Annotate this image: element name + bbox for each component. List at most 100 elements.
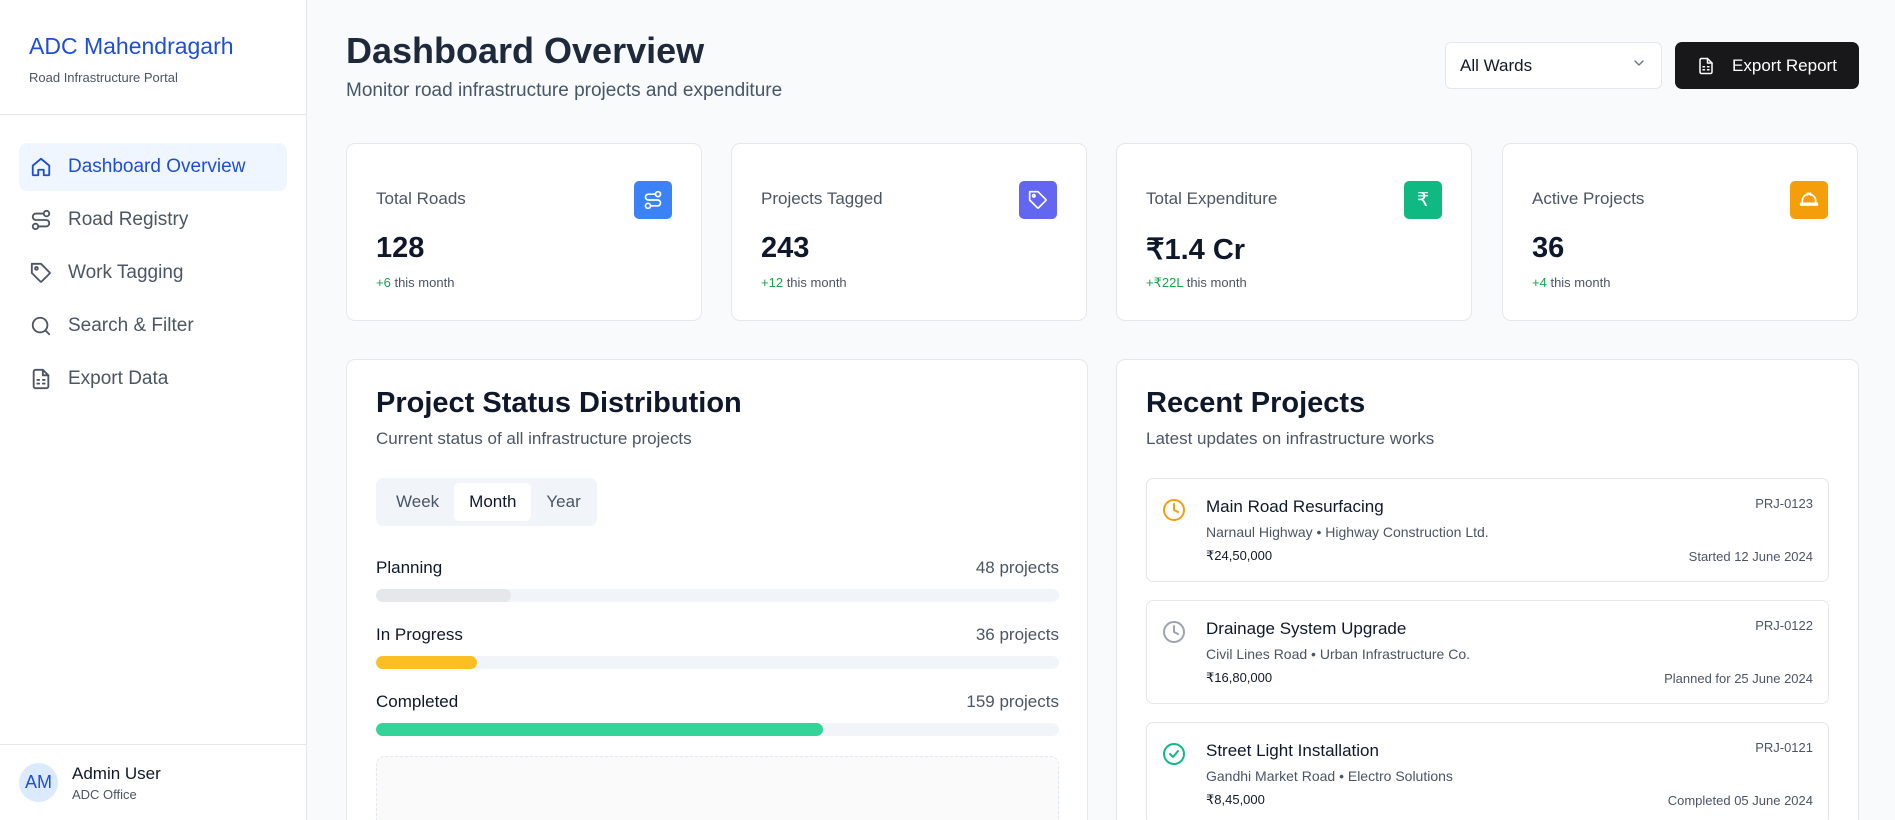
project-date: Completed 05 June 2024 [1667, 793, 1813, 808]
stat-value: 36 [1532, 232, 1565, 264]
stat-label: Total Expenditure [1146, 189, 1278, 208]
project-id: PRJ-0122 [1755, 618, 1813, 633]
export-report-label: Export Report [1732, 55, 1837, 75]
brand-subtitle: Road Infrastructure Portal [29, 70, 178, 85]
project-id: PRJ-0121 [1755, 740, 1813, 755]
stat-change-suffix: this month [394, 275, 455, 290]
period-tabs: Week Month Year [376, 478, 597, 526]
project-card[interactable]: Street Light Installation Gandhi Market … [1146, 722, 1829, 820]
avatar: AM [19, 763, 58, 802]
user-name: Admin User [72, 763, 161, 783]
project-name: Drainage System Upgrade [1206, 619, 1407, 638]
status-bar-track [376, 656, 1059, 669]
sidebar-item-label: Export Data [68, 368, 169, 389]
stat-change: +12 this month [761, 275, 847, 290]
recent-projects-panel: Recent Projects Latest updates on infras… [1116, 359, 1859, 820]
stat-value: 243 [761, 232, 810, 264]
status-row-planning: Planning 48 projects [376, 558, 1059, 602]
chevron-down-icon [1631, 55, 1647, 76]
project-date: Started 12 June 2024 [1688, 549, 1813, 564]
status-bar-fill [376, 589, 512, 602]
stat-label: Total Roads [376, 189, 466, 208]
stat-change: +6 this month [376, 275, 454, 290]
project-meta: Narnaul Highway • Highway Construction L… [1206, 524, 1489, 540]
brand-title[interactable]: ADC Mahendragarh [29, 33, 277, 60]
page-title: Dashboard Overview [346, 30, 705, 71]
hard-hat-icon [1790, 181, 1828, 219]
sidebar-item-work-tagging[interactable]: Work Tagging [19, 249, 287, 297]
project-amount: ₹16,80,000 [1206, 670, 1273, 685]
status-count: 36 projects [975, 625, 1059, 644]
stat-card-active-projects: Active Projects 36 +4 this month [1502, 143, 1858, 321]
tab-week[interactable]: Week [381, 483, 454, 521]
ward-select[interactable]: All Wards [1445, 42, 1662, 89]
project-id: PRJ-0123 [1755, 496, 1813, 511]
project-card[interactable]: Main Road Resurfacing Narnaul Highway • … [1146, 478, 1829, 582]
status-count: 48 projects [975, 558, 1059, 577]
status-name: In Progress [376, 625, 463, 644]
stat-card-total-expenditure: Total Expenditure ₹ ₹1.4 Cr +₹22L this m… [1116, 143, 1472, 321]
status-bar-fill [376, 723, 823, 736]
page-subtitle: Monitor road infrastructure projects and… [346, 80, 783, 101]
project-amount: ₹24,50,000 [1206, 548, 1273, 563]
tab-year[interactable]: Year [531, 483, 595, 521]
search-icon [29, 314, 53, 338]
stat-value: 128 [376, 232, 425, 264]
tag-icon [29, 261, 53, 285]
brand: ADC Mahendragarh Road Infrastructure Por… [0, 0, 306, 115]
panel-subtitle: Latest updates on infrastructure works [1146, 429, 1435, 448]
stat-change: +4 this month [1532, 275, 1610, 290]
sidebar-item-label: Road Registry [68, 209, 189, 230]
status-name: Planning [376, 558, 443, 577]
file-spreadsheet-icon [29, 367, 53, 391]
project-name: Main Road Resurfacing [1206, 497, 1384, 516]
project-amount: ₹8,45,000 [1206, 792, 1265, 807]
project-card[interactable]: Drainage System Upgrade Civil Lines Road… [1146, 600, 1829, 704]
stat-card-projects-tagged: Projects Tagged 243 +12 this month [731, 143, 1087, 321]
status-bar-fill [376, 656, 478, 669]
ward-select-value: All Wards [1460, 55, 1533, 75]
stat-value: ₹1.4 Cr [1146, 234, 1246, 266]
panel-subtitle: Current status of all infrastructure pro… [376, 429, 692, 448]
project-name: Street Light Installation [1206, 741, 1379, 760]
status-count: 159 projects [966, 692, 1059, 711]
sidebar-item-dashboard-overview[interactable]: Dashboard Overview [19, 143, 287, 191]
sidebar: ADC Mahendragarh Road Infrastructure Por… [0, 0, 307, 820]
stat-change-suffix: this month [1550, 275, 1611, 290]
stat-change-delta: +4 [1532, 275, 1547, 290]
home-icon [29, 155, 53, 179]
route-icon [634, 181, 672, 219]
sidebar-nav: Dashboard Overview Road Registry Work Ta… [0, 115, 306, 403]
tab-month[interactable]: Month [454, 483, 532, 521]
user-role: ADC Office [72, 786, 137, 802]
clock-icon [1162, 498, 1186, 522]
rupee-icon: ₹ [1404, 181, 1442, 219]
export-report-button[interactable]: Export Report [1675, 42, 1859, 89]
stat-change-suffix: this month [1186, 275, 1247, 290]
user-profile[interactable]: AM Admin User ADC Office [0, 744, 306, 820]
stat-change-delta: +6 [376, 275, 391, 290]
panel-title: Recent Projects [1146, 387, 1366, 419]
route-icon [29, 208, 53, 232]
sidebar-item-label: Search & Filter [68, 315, 194, 336]
status-bar-track [376, 723, 1059, 736]
stat-change-delta: +12 [761, 275, 784, 290]
sidebar-item-label: Work Tagging [68, 262, 184, 283]
stat-label: Active Projects [1532, 189, 1645, 208]
clock-icon [1162, 620, 1186, 644]
status-bar-track [376, 589, 1059, 602]
file-spreadsheet-icon [1699, 57, 1713, 74]
chart-placeholder [376, 756, 1059, 820]
sidebar-item-label: Dashboard Overview [68, 156, 246, 177]
stat-change-suffix: this month [786, 275, 847, 290]
status-distribution-panel: Project Status Distribution Current stat… [346, 359, 1088, 820]
status-row-in-progress: In Progress 36 projects [376, 625, 1059, 669]
tag-icon [1019, 181, 1057, 219]
check-circle-icon [1162, 742, 1186, 766]
stat-change: +₹22L this month [1146, 275, 1247, 291]
sidebar-item-search-filter[interactable]: Search & Filter [19, 302, 287, 350]
status-row-completed: Completed 159 projects [376, 692, 1059, 736]
sidebar-item-road-registry[interactable]: Road Registry [19, 196, 287, 244]
status-name: Completed [376, 692, 459, 711]
sidebar-item-export-data[interactable]: Export Data [19, 355, 287, 403]
